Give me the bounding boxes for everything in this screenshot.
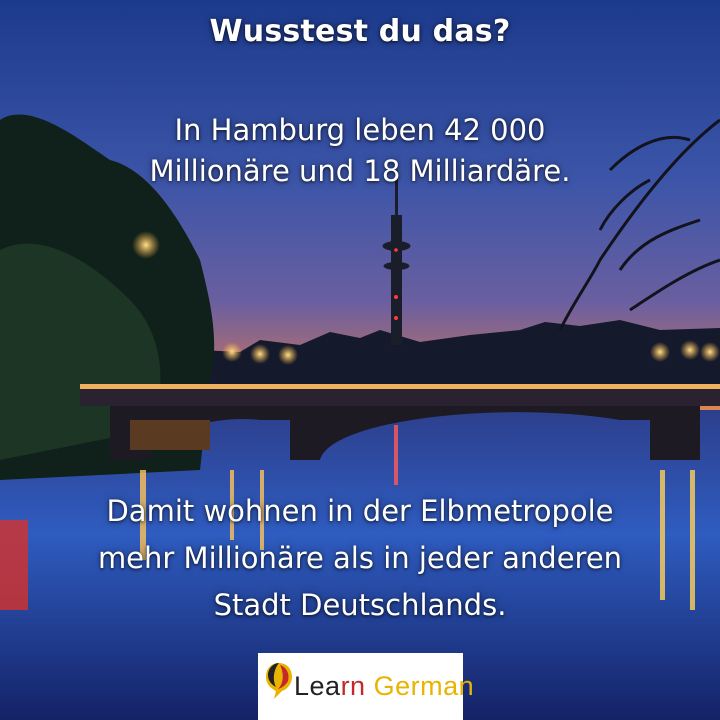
detail-line: Damit wohnen in der Elbmetropole [106, 494, 614, 528]
detail-line: Stadt Deutschlands. [213, 588, 507, 622]
fact-line: In Hamburg leben 42 000 [174, 113, 546, 147]
post-title: Wusstest du das? [209, 14, 511, 49]
speech-bubble-icon [266, 663, 292, 699]
fact-text: In Hamburg leben 42 000 Millionäre und 1… [0, 110, 720, 192]
post-card: Wusstest du das? In Hamburg leben 42 000… [0, 0, 720, 720]
fact-line: Millionäre und 18 Milliardäre. [149, 154, 571, 188]
logo-word-part: Lea [294, 671, 341, 701]
logo-word-part: German [365, 671, 475, 701]
detail-line: mehr Millionäre als in jeder anderen [97, 541, 623, 575]
learn-german-logo: Learn German [258, 653, 474, 720]
logo-word-part: rn [340, 671, 366, 701]
detail-text: Damit wohnen in der Elbmetropole mehr Mi… [0, 488, 720, 629]
logo-wordmark: Learn German [294, 671, 474, 702]
